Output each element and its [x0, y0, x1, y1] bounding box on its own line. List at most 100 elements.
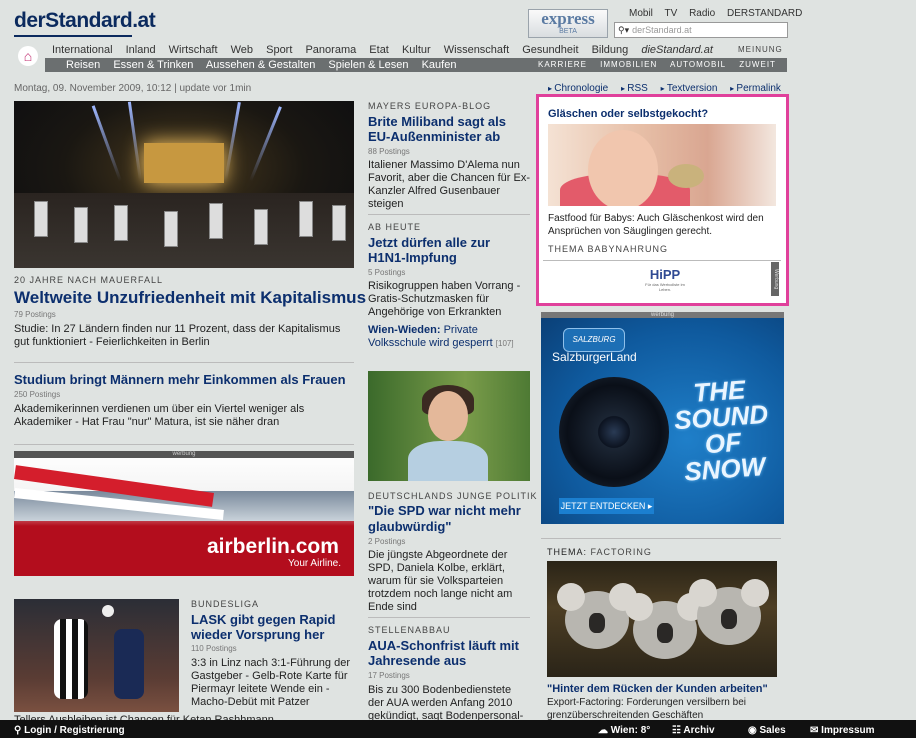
nav-bildung[interactable]: Bildung	[592, 44, 629, 56]
nav-karriere[interactable]: KARRIERE	[538, 60, 587, 69]
nav-kultur[interactable]: Kultur	[402, 44, 431, 56]
nav-wissenschaft[interactable]: Wissenschaft	[444, 44, 509, 56]
jetzt-entdecken-button[interactable]: JETZT ENTDECKEN ▸	[559, 498, 654, 514]
sound-of-snow-slogan: THE SOUND OF SNOW	[673, 374, 769, 487]
factoring-kicker: THEMA: FACTORING	[547, 547, 652, 557]
lead-teaser: Studie: In 27 Ländern finden nur 11 Proz…	[14, 323, 341, 348]
s1-kicker: MAYERS EUROPA-BLOG	[368, 101, 492, 111]
kicker-prefix: THEMA:	[547, 547, 588, 557]
nav-essen[interactable]: Essen & Trinken	[113, 59, 193, 71]
factoring-teaser: Export-Factoring: Forderungen versilbern…	[547, 697, 746, 721]
nav-automobil[interactable]: AUTOMOBIL	[670, 60, 726, 69]
nav-immobilien[interactable]: IMMOBILIEN	[600, 60, 657, 69]
vinyl-record-icon	[559, 377, 669, 487]
salzburgerland-name: SalzburgerLand	[552, 350, 637, 364]
impressum-label: Impressum	[821, 725, 875, 736]
divider	[543, 260, 781, 261]
express-title: express	[541, 9, 595, 28]
ad-label: werbung	[541, 312, 784, 318]
primary-nav: International Inland Wirtschaft Web Spor…	[52, 44, 723, 56]
nav-reisen[interactable]: Reisen	[66, 59, 100, 71]
link-count: [107]	[495, 339, 514, 348]
s1-postings[interactable]: 88 Postings	[368, 147, 410, 156]
nav-inland[interactable]: Inland	[126, 44, 156, 56]
brandenburg-gate-photo[interactable]	[14, 101, 354, 268]
s4-headline[interactable]: AUA-Schonfrist läuft mit Jahresende aus	[368, 638, 528, 668]
user-icon: ⚲	[14, 725, 22, 736]
link-textversion[interactable]: Textversion	[661, 83, 718, 94]
top-link-derstandard[interactable]: DERSTANDARD	[727, 8, 802, 19]
footer-bar: ⚲ Login / Registrierung ☁ Wien: 8° ☷ Arc…	[0, 720, 916, 738]
s2-headline[interactable]: Jetzt dürfen alle zur H1N1-Impfung	[368, 235, 528, 265]
hipp-logo[interactable]: HiPP Für das Wertvollste im Leben.	[642, 267, 688, 293]
login-label: Login / Registrierung	[24, 725, 125, 736]
hipp-wordmark: HiPP	[649, 267, 681, 282]
impressum-link[interactable]: ✉ Impressum	[810, 725, 875, 736]
link-chronologie[interactable]: Chronologie	[548, 83, 608, 94]
nav-etat[interactable]: Etat	[369, 44, 389, 56]
secondary-nav: Reisen Essen & Trinken Aussehen & Gestal…	[66, 59, 466, 71]
nav-gesundheit[interactable]: Gesundheit	[522, 44, 578, 56]
story2-postings[interactable]: 250 Postings	[14, 390, 60, 399]
nav-web[interactable]: Web	[231, 44, 253, 56]
nav-zuweit[interactable]: ZUWEIT	[739, 60, 776, 69]
politician-photo[interactable]	[368, 371, 530, 481]
sport-headline[interactable]: LASK gibt gegen Rapid wieder Vorsprung h…	[191, 612, 361, 642]
s2-teaser: Risikogruppen haben Vorrang - Gratis-Sch…	[368, 280, 521, 318]
weather-label: Wien: 8°	[610, 725, 651, 736]
sales-link[interactable]: ◉ Sales	[748, 725, 786, 736]
kicker-topic: FACTORING	[587, 547, 652, 557]
divider	[368, 617, 530, 618]
wien-wieden-link[interactable]: Wien-Wieden: Private Volksschule wird ge…	[368, 324, 533, 350]
lead-postings[interactable]: 79 Postings	[14, 310, 56, 319]
express-badge: BETA	[559, 28, 577, 35]
nav-sport[interactable]: Sport	[266, 44, 292, 56]
top-link-tv[interactable]: TV	[665, 8, 678, 19]
nav-spielen[interactable]: Spielen & Lesen	[328, 59, 408, 71]
airberlin-brand: airberlin.com	[207, 535, 339, 558]
s3-headline[interactable]: "Die SPD war nicht mehr glaubwürdig"	[368, 503, 533, 535]
link-permalink[interactable]: Permalink	[730, 83, 781, 94]
sport-postings[interactable]: 110 Postings	[191, 644, 237, 653]
nav-aussehen[interactable]: Aussehen & Gestalten	[206, 59, 315, 71]
login-link[interactable]: ⚲ Login / Registrierung	[14, 725, 125, 736]
search-input[interactable]: ⚲▾ derStandard.at	[614, 22, 788, 38]
promo-title[interactable]: Gläschen oder selbstgekocht?	[548, 108, 708, 120]
airberlin-tagline: Your Airline.	[288, 558, 341, 569]
salzburgerland-ad[interactable]: werbung SALZBURG SalzburgerLand THE SOUN…	[541, 312, 784, 524]
s1-headline[interactable]: Brite Miliband sagt als EU-Außenminister…	[368, 114, 528, 144]
express-beta-button[interactable]: express BETA	[528, 9, 608, 38]
s3-postings[interactable]: 2 Postings	[368, 537, 405, 546]
top-link-mobil[interactable]: Mobil	[629, 8, 653, 19]
archiv-link[interactable]: ☷ Archiv	[672, 725, 715, 736]
story2-teaser: Akademikerinnen verdienen um über ein Vi…	[14, 403, 305, 428]
s4-postings[interactable]: 17 Postings	[368, 671, 410, 680]
nav-kaufen[interactable]: Kaufen	[422, 59, 457, 71]
logo-underline	[14, 35, 132, 37]
story2-headline[interactable]: Studium bringt Männern mehr Einkommen al…	[14, 372, 346, 387]
sport-kicker: BUNDESLIGA	[191, 599, 260, 609]
airberlin-ad[interactable]: werbung airberlin.com Your Airline.	[14, 451, 354, 576]
factoring-headline[interactable]: "Hinter dem Rücken der Kunden arbeiten"	[547, 683, 768, 695]
top-link-radio[interactable]: Radio	[689, 8, 715, 19]
nav-meinung[interactable]: MEINUNG	[738, 45, 783, 54]
soccer-photo[interactable]	[14, 599, 179, 712]
s1-teaser: Italiener Massimo D'Alema nun Favorit, a…	[368, 159, 531, 210]
nav-panorama[interactable]: Panorama	[305, 44, 356, 56]
koala-photo[interactable]	[547, 561, 777, 677]
home-icon[interactable]: ⌂	[18, 46, 38, 66]
nav-international[interactable]: International	[52, 44, 113, 56]
weather-widget[interactable]: ☁ Wien: 8°	[598, 725, 650, 736]
nav-wirtschaft[interactable]: Wirtschaft	[169, 44, 218, 56]
baby-photo[interactable]	[548, 124, 776, 206]
link-rss[interactable]: RSS	[621, 83, 648, 94]
sales-icon: ◉	[748, 725, 757, 736]
divider	[14, 444, 354, 445]
hipp-claim: Für das Wertvollste im Leben.	[645, 282, 685, 292]
s2-postings[interactable]: 5 Postings	[368, 268, 405, 277]
site-logo[interactable]: derStandard.at	[14, 9, 156, 33]
divider	[368, 214, 530, 215]
search-icon[interactable]: ⚲▾	[618, 25, 629, 35]
lead-headline[interactable]: Weltweite Unzufriedenheit mit Kapitalism…	[14, 288, 366, 308]
nav-diestandard[interactable]: dieStandard.at	[641, 44, 713, 56]
